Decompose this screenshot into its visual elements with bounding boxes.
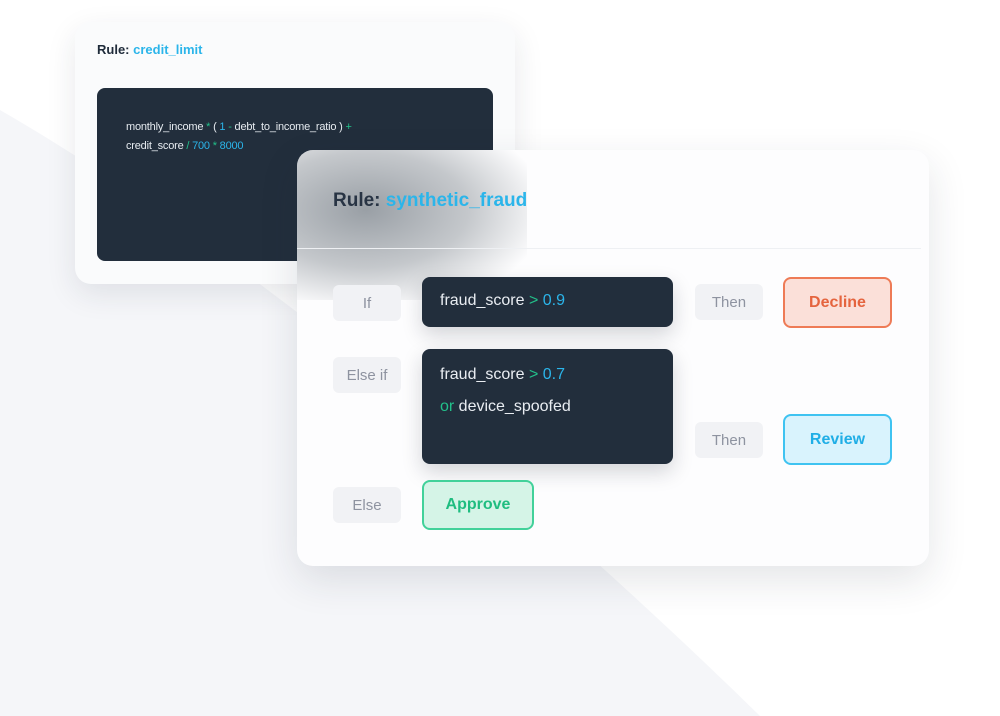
expression-token: or	[440, 398, 455, 415]
expression-token: *	[209, 140, 220, 152]
expression-token: 0.9	[542, 292, 565, 309]
condition-line: fraud_score > 0.7	[440, 366, 565, 384]
rule-name: synthetic_fraud	[385, 190, 528, 211]
condition-expression-if[interactable]: fraud_score > 0.9	[422, 277, 673, 327]
expression-token: fraud_score	[440, 366, 525, 383]
expression-token: 8000	[219, 140, 244, 152]
condition-expression-else-if[interactable]: fraud_score > 0.7 or device_spoofed	[422, 349, 673, 464]
outcome-review-button[interactable]: Review	[783, 414, 892, 465]
expression-token: -	[225, 121, 235, 133]
expression-token: 700	[192, 140, 210, 152]
keyword-if: If	[333, 285, 401, 321]
condition-line: fraud_score > 0.9	[440, 292, 565, 310]
divider	[297, 248, 921, 249]
keyword-then: Then	[695, 284, 763, 320]
expression-token: fraud_score	[440, 292, 525, 309]
expression-token: device_spoofed	[454, 398, 571, 415]
rule-card-synthetic-fraud[interactable]: Rule: synthetic_fraud If fraud_score > 0…	[297, 150, 929, 566]
expression-token: )	[336, 121, 346, 133]
outcome-approve-button[interactable]: Approve	[422, 480, 534, 530]
expression-line: credit_score / 700 * 8000	[126, 140, 244, 152]
expression-token: >	[524, 292, 543, 309]
outcome-decline-button[interactable]: Decline	[783, 277, 892, 328]
expression-token: 0.7	[542, 366, 565, 383]
expression-token: debt_to_income_ratio	[234, 121, 337, 133]
keyword-else-if: Else if	[333, 357, 401, 393]
expression-token: /	[183, 140, 193, 152]
rule-title-prefix: Rule:	[97, 42, 130, 57]
condition-line: or device_spoofed	[440, 398, 571, 416]
expression-token: monthly_income	[126, 121, 204, 133]
expression-token: credit_score	[126, 140, 184, 152]
keyword-else: Else	[333, 487, 401, 523]
expression-token: *	[203, 121, 214, 133]
expression-token: +	[345, 121, 352, 133]
expression-line: monthly_income * ( 1 - debt_to_income_ra…	[126, 121, 352, 133]
rule-title-prefix: Rule:	[333, 190, 381, 211]
rule-title: Rule: synthetic_fraud	[333, 190, 527, 212]
keyword-then: Then	[695, 422, 763, 458]
expression-token: >	[524, 366, 543, 383]
rule-title: Rule: credit_limit	[97, 42, 202, 57]
rule-name: credit_limit	[133, 42, 203, 57]
